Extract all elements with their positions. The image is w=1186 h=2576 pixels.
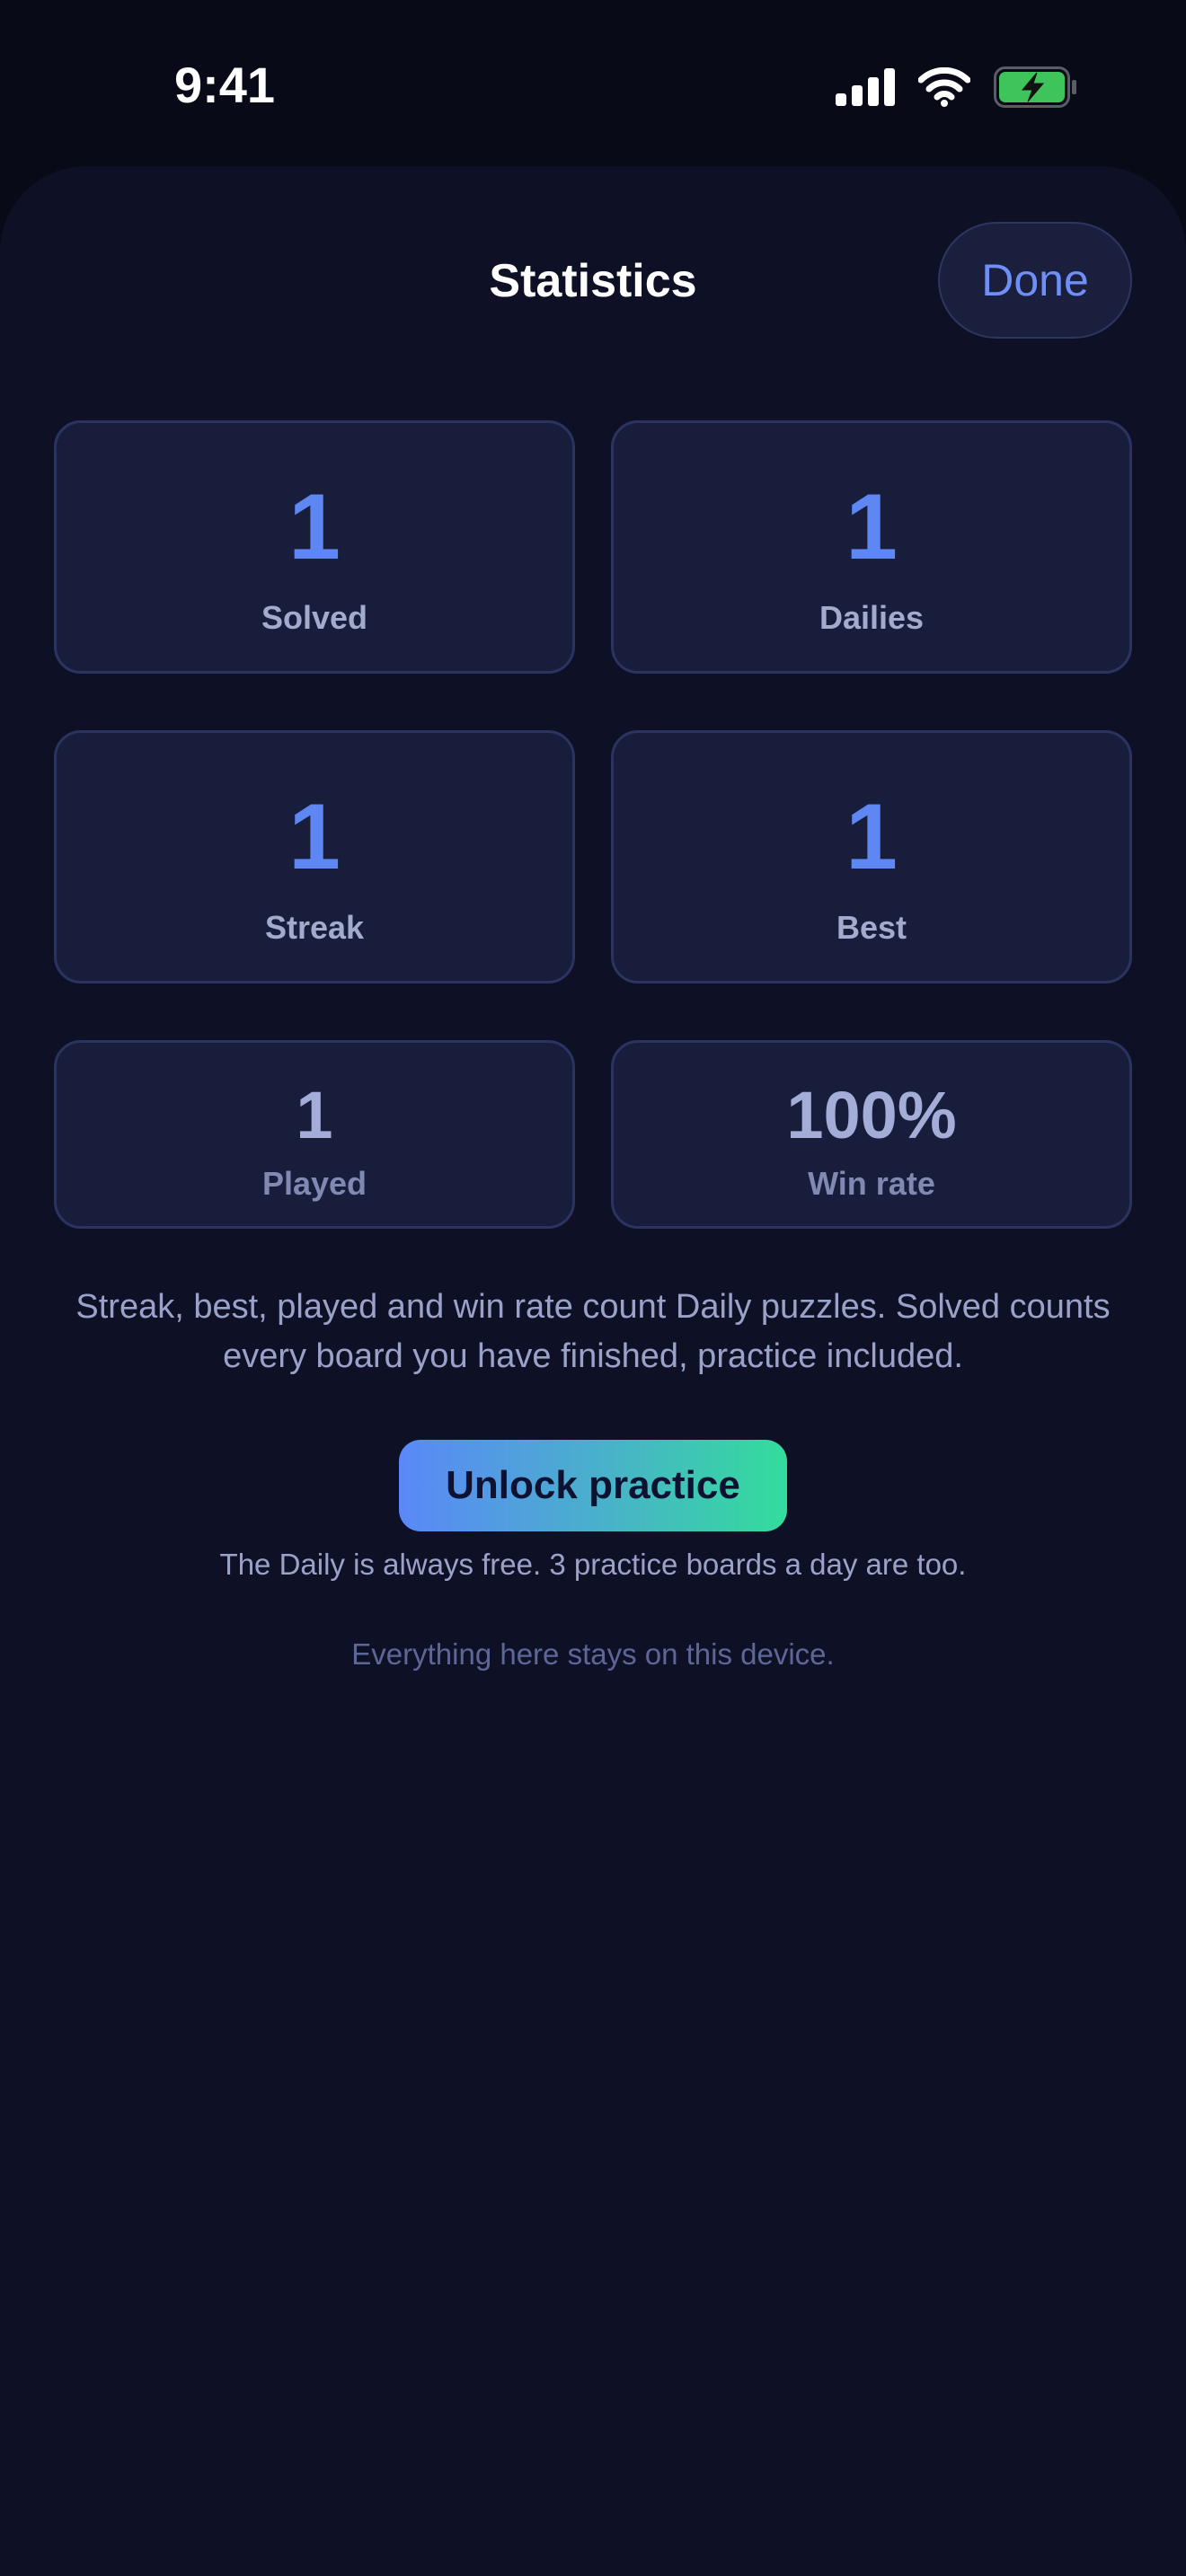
privacy-note: Everything here stays on this device. [351,1637,835,1671]
status-icons [836,65,1078,110]
stat-value: 1 [288,785,341,889]
stat-label: Played [261,1165,367,1202]
stat-value: 1 [288,475,341,579]
stat-label: Best [836,909,907,946]
battery-charging-icon [994,66,1078,108]
statistics-screen: 9:41 Statistics Done 1 Solved 1 Dailies … [0,0,1186,2576]
stat-value: 1 [845,475,898,579]
stat-label: Streak [264,909,365,946]
stat-card-streak: 1 Streak [54,730,575,984]
stat-card-played: 1 Played [54,1040,575,1229]
stat-card-win-rate: 100% Win rate [611,1040,1132,1229]
done-button[interactable]: Done [938,222,1132,339]
stats-explanation: Streak, best, played and win rate count … [75,1288,1111,1375]
stat-card-best: 1 Best [611,730,1132,984]
status-time: 9:41 [173,57,276,113]
cellular-signal-icon [836,68,895,106]
stat-label: Win rate [808,1165,935,1202]
wifi-icon [918,67,970,107]
free-note: The Daily is always free. 3 practice boa… [219,1548,967,1581]
stat-label: Dailies [819,599,925,636]
status-bar: 9:41 [0,0,1186,171]
stat-value: 1 [845,785,898,889]
stat-card-dailies: 1 Dailies [611,420,1132,674]
unlock-practice-button[interactable]: Unlock practice [399,1440,787,1531]
statistics-sheet: Statistics Done 1 Solved 1 Dailies 1 Str… [0,166,1186,2576]
stat-value: 100% [786,1078,957,1152]
stat-label: Solved [261,599,368,636]
stat-value: 1 [296,1078,333,1152]
stat-card-solved: 1 Solved [54,420,575,674]
